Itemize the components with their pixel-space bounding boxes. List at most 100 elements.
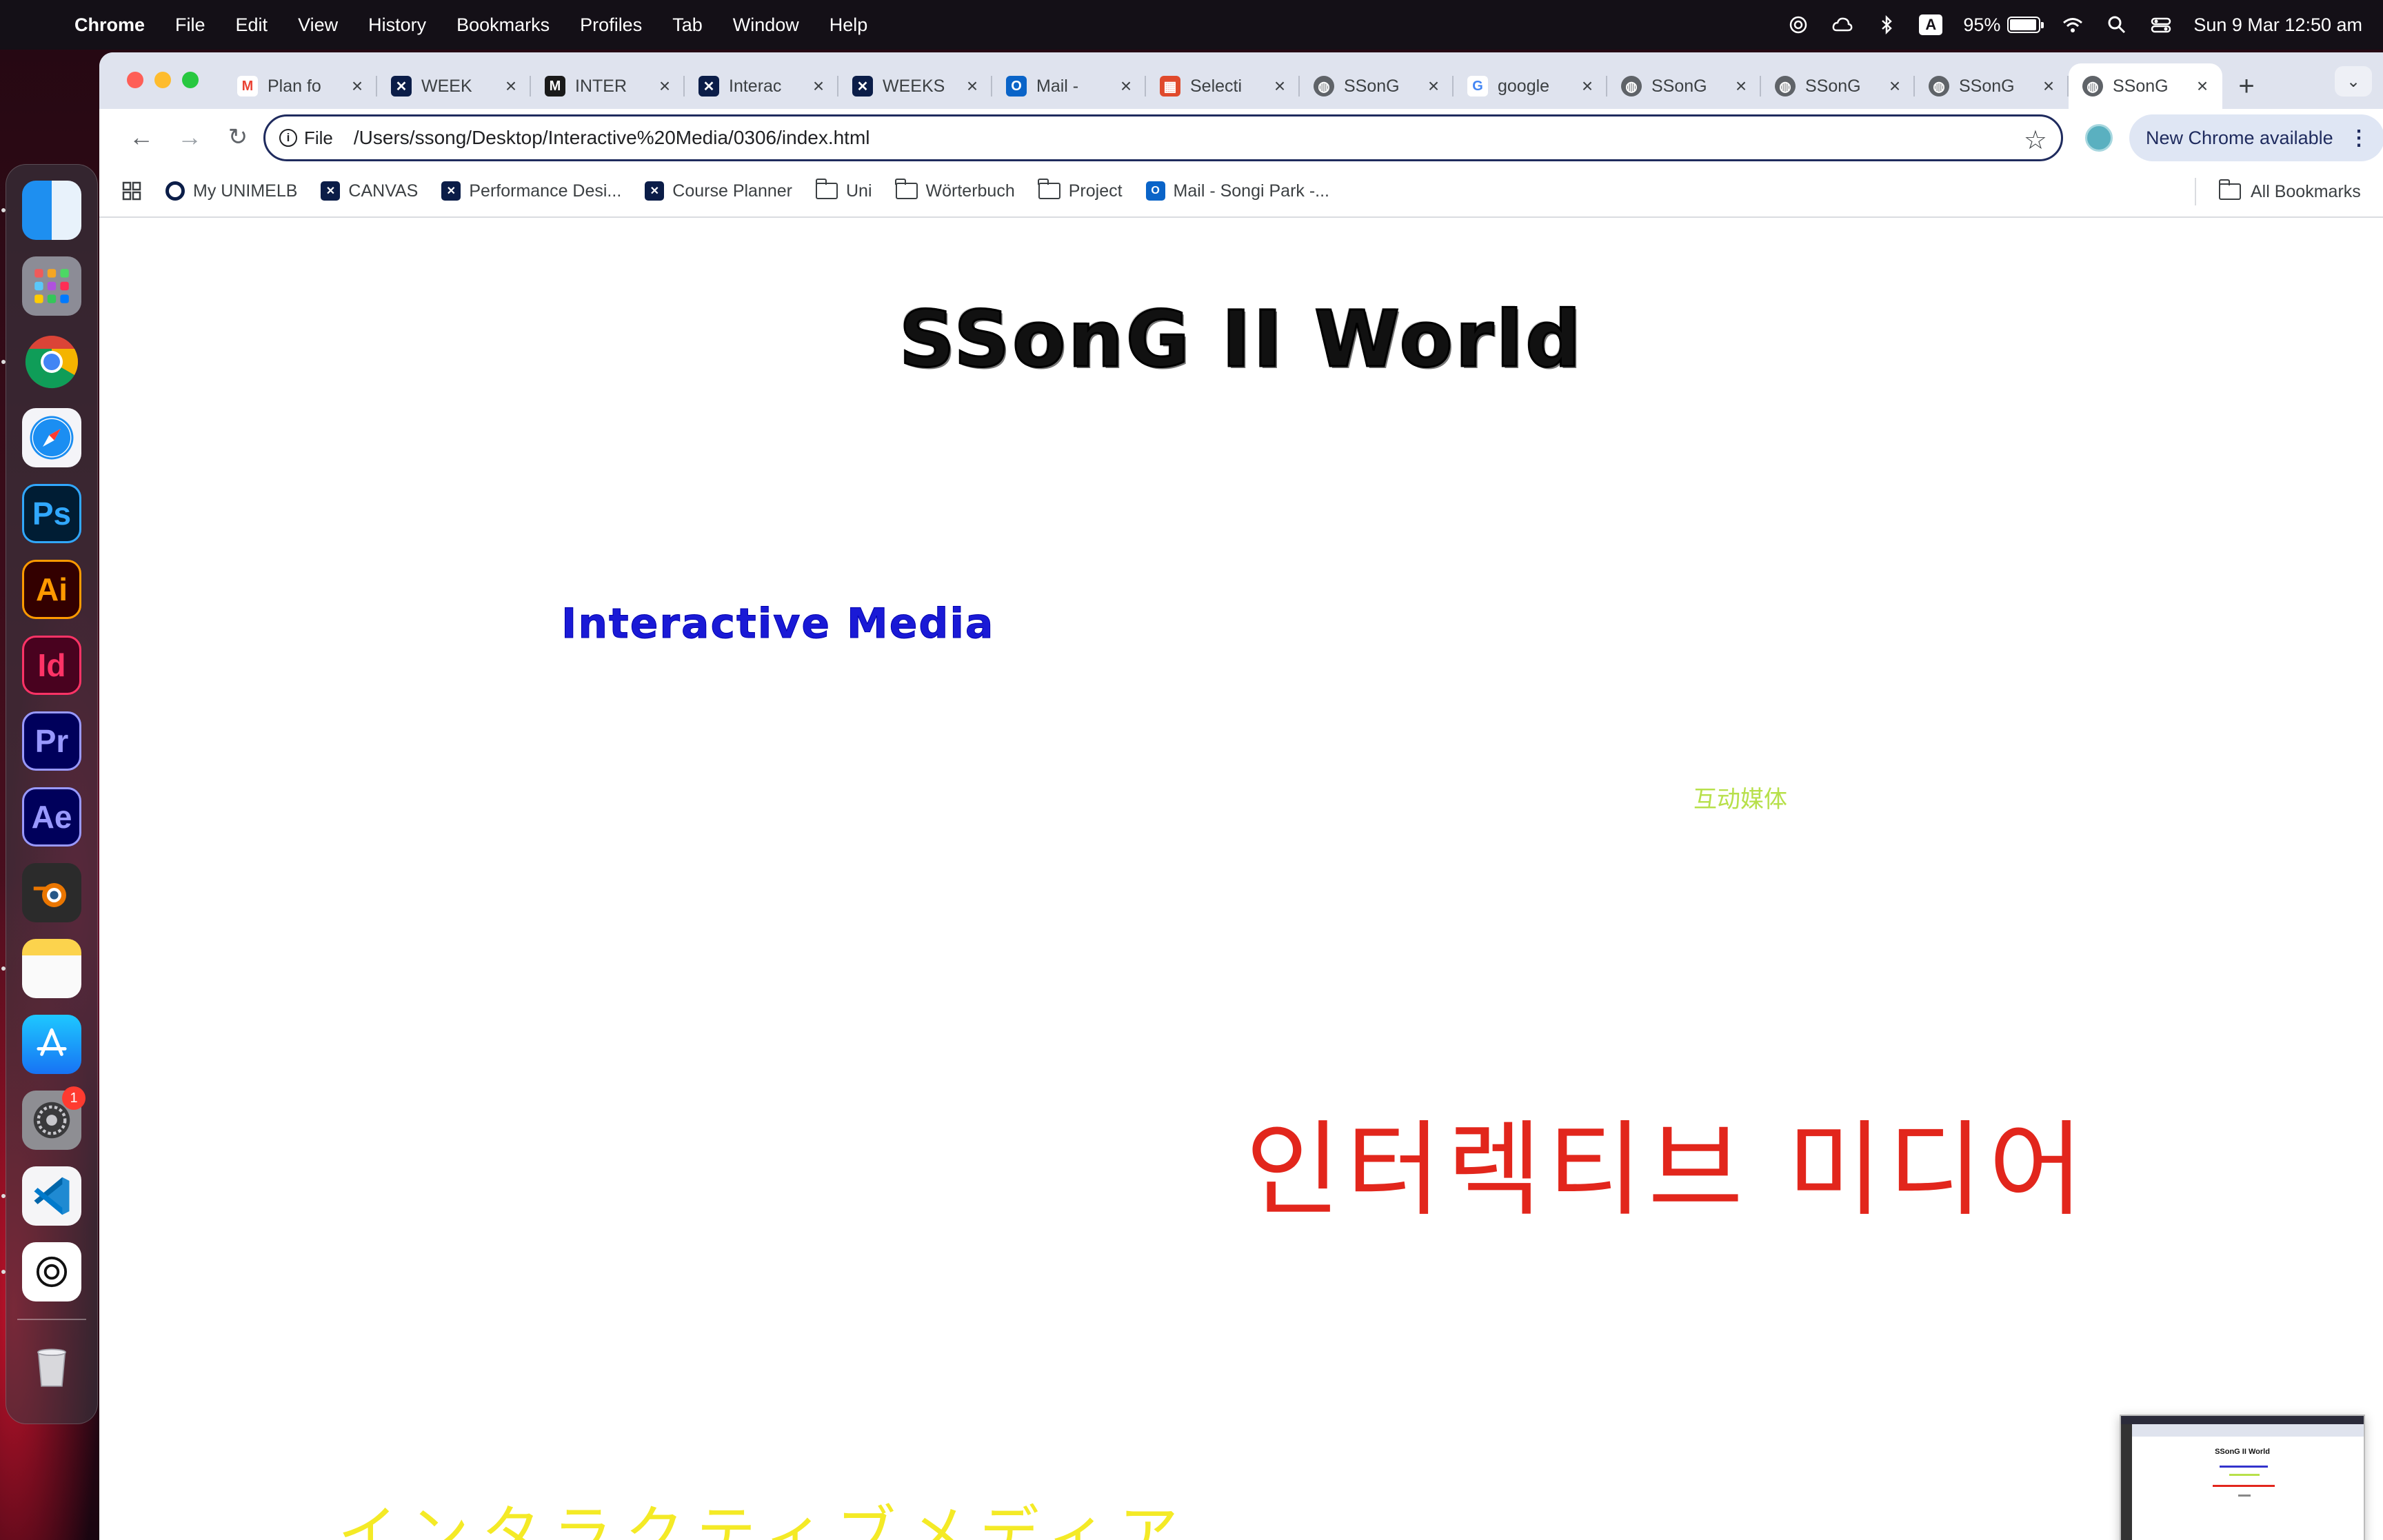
tab-close-icon[interactable]: × bbox=[347, 75, 368, 97]
tab-close-icon[interactable]: × bbox=[962, 75, 983, 97]
tab-close-icon[interactable]: × bbox=[808, 75, 829, 97]
browser-tab[interactable]: O Mail - × bbox=[992, 63, 1146, 109]
blender-app-icon[interactable] bbox=[22, 863, 81, 922]
menu-app-name[interactable]: Chrome bbox=[74, 14, 160, 36]
browser-tab[interactable]: ✕ WEEKS × bbox=[838, 63, 992, 109]
bookmark-item[interactable]: Project bbox=[1038, 179, 1123, 201]
control-center-icon[interactable] bbox=[2149, 13, 2173, 37]
trash-icon[interactable] bbox=[22, 1336, 81, 1395]
menu-history[interactable]: History bbox=[353, 14, 441, 36]
bookmark-item[interactable]: ✕ Performance Desi... bbox=[441, 181, 621, 201]
screenshot-thumbnail-preview[interactable]: SSonG II World bbox=[2120, 1415, 2365, 1540]
browser-tab[interactable]: ▦ Selecti × bbox=[1146, 63, 1300, 109]
menu-view[interactable]: View bbox=[283, 14, 353, 36]
tab-close-icon[interactable]: × bbox=[1884, 75, 1905, 97]
input-source-icon[interactable]: A bbox=[1919, 14, 1943, 35]
chrome-app-icon[interactable] bbox=[1, 332, 81, 392]
outlook-icon: O bbox=[1145, 181, 1165, 201]
web-page: SSonG II World Interactive Media 互动媒体 인터… bbox=[99, 219, 2383, 1540]
update-chip-label: New Chrome available bbox=[2146, 127, 2333, 148]
address-bar[interactable]: i File /Users/ssong/Desktop/Interactive%… bbox=[263, 114, 2063, 161]
bookmark-item[interactable]: ✕ Course Planner bbox=[645, 181, 792, 201]
premiere-app-icon[interactable]: Pr bbox=[22, 711, 81, 771]
zoom-window-button[interactable] bbox=[182, 72, 199, 88]
apps-grid-button[interactable] bbox=[121, 181, 142, 201]
minimize-window-button[interactable] bbox=[154, 72, 171, 88]
tab-close-icon[interactable]: × bbox=[1269, 75, 1290, 97]
url-text[interactable]: /Users/ssong/Desktop/Interactive%20Media… bbox=[354, 127, 870, 149]
menubar-clock[interactable]: Sun 9 Mar 12:50 am bbox=[2193, 14, 2362, 36]
site-info-chip[interactable]: i File bbox=[279, 128, 347, 149]
bookmark-item[interactable]: ✕ CANVAS bbox=[321, 181, 418, 201]
tab-title: SSonG bbox=[1651, 76, 1707, 96]
browser-tab[interactable]: M Plan fo × bbox=[223, 63, 377, 109]
menu-profiles[interactable]: Profiles bbox=[565, 14, 657, 36]
chatgpt-app-icon[interactable] bbox=[1, 1242, 81, 1301]
profile-avatar[interactable] bbox=[2085, 124, 2113, 152]
tab-close-icon[interactable]: × bbox=[1577, 75, 1598, 97]
menu-tab[interactable]: Tab bbox=[657, 14, 718, 36]
menu-file[interactable]: File bbox=[160, 14, 221, 36]
kebab-menu-icon[interactable]: ⋮ bbox=[2349, 126, 2369, 150]
close-window-button[interactable] bbox=[127, 72, 143, 88]
back-arrow-icon[interactable]: ← bbox=[124, 120, 159, 154]
bookmark-item[interactable]: Uni bbox=[815, 179, 872, 201]
tab-close-icon[interactable]: × bbox=[2038, 75, 2059, 97]
bookmark-item[interactable]: My UNIMELB bbox=[165, 181, 297, 201]
tab-close-icon[interactable]: × bbox=[654, 75, 675, 97]
new-tab-plus-icon[interactable]: + bbox=[2222, 63, 2271, 109]
tab-close-icon[interactable]: × bbox=[1731, 75, 1751, 97]
finder-app-icon[interactable] bbox=[1, 181, 81, 240]
launchpad-app-icon[interactable] bbox=[22, 256, 81, 316]
spotlight-search-icon[interactable] bbox=[2105, 13, 2129, 37]
vscode-app-icon[interactable] bbox=[1, 1166, 81, 1226]
tab-title: google bbox=[1498, 76, 1550, 96]
bluetooth-icon[interactable] bbox=[1875, 13, 1898, 37]
info-icon: i bbox=[279, 129, 297, 147]
reload-icon[interactable]: ↻ bbox=[221, 120, 255, 154]
notes-app-icon[interactable] bbox=[1, 939, 81, 998]
browser-tab[interactable]: ◍ SSonG × bbox=[1607, 63, 1761, 109]
menu-help[interactable]: Help bbox=[814, 14, 883, 36]
globe-icon: ◍ bbox=[2082, 76, 2103, 97]
all-bookmarks-button[interactable]: All Bookmarks bbox=[2218, 165, 2361, 218]
after-effects-app-icon[interactable]: Ae bbox=[22, 787, 81, 847]
tab-close-icon[interactable]: × bbox=[2192, 75, 2213, 97]
update-chrome-button[interactable]: New Chrome available ⋮ bbox=[2129, 114, 2383, 161]
menu-edit[interactable]: Edit bbox=[221, 14, 283, 36]
chatgpt-status-icon[interactable] bbox=[1787, 13, 1810, 37]
browser-tab[interactable]: ◍ SSonG × bbox=[1761, 63, 1915, 109]
forward-arrow-icon[interactable]: → bbox=[172, 120, 207, 154]
browser-tab[interactable]: ◍ SSonG × bbox=[1915, 63, 2069, 109]
battery-status[interactable]: 95% bbox=[1963, 14, 2044, 36]
unimelb-icon: ✕ bbox=[441, 181, 461, 201]
menu-window[interactable]: Window bbox=[718, 14, 814, 36]
safari-app-icon[interactable] bbox=[22, 408, 81, 467]
english-heading: Interactive Media bbox=[561, 600, 995, 649]
browser-tab[interactable]: Ggoogle × bbox=[1454, 63, 1607, 109]
browser-tab[interactable]: M INTER × bbox=[531, 63, 685, 109]
tab-close-icon[interactable]: × bbox=[501, 75, 521, 97]
photoshop-app-icon[interactable]: Ps bbox=[22, 484, 81, 543]
battery-icon bbox=[2007, 17, 2044, 33]
cloud-sync-icon[interactable] bbox=[1831, 13, 1854, 37]
browser-tab[interactable]: ◍ SSonG × bbox=[1300, 63, 1454, 109]
tab-close-icon[interactable]: × bbox=[1116, 75, 1136, 97]
menu-bookmarks[interactable]: Bookmarks bbox=[441, 14, 565, 36]
indesign-app-icon[interactable]: Id bbox=[22, 636, 81, 695]
browser-tab[interactable]: ✕ WEEK × bbox=[377, 63, 531, 109]
bookmark-item[interactable]: Wörterbuch bbox=[895, 179, 1015, 201]
illustrator-app-icon[interactable]: Ai bbox=[22, 560, 81, 619]
browser-tab[interactable]: ✕ Interac × bbox=[685, 63, 838, 109]
browser-tab[interactable]: ◍ SSonG × bbox=[2069, 63, 2222, 109]
bookmark-star-icon[interactable]: ☆ bbox=[2024, 125, 2047, 156]
tab-close-icon[interactable]: × bbox=[1423, 75, 1444, 97]
bookmark-item[interactable]: O Mail - Songi Park -... bbox=[1145, 181, 1329, 201]
tab-search-chevron-icon[interactable]: ⌄ bbox=[2335, 66, 2372, 97]
system-settings-app-icon[interactable]: 1 bbox=[22, 1086, 86, 1150]
bookmark-label: Mail - Songi Park -... bbox=[1173, 181, 1329, 201]
running-indicator bbox=[1, 360, 6, 364]
bookmark-label: Wörterbuch bbox=[925, 181, 1015, 201]
app-store-app-icon[interactable] bbox=[22, 1015, 81, 1074]
wifi-icon[interactable] bbox=[2061, 13, 2084, 37]
